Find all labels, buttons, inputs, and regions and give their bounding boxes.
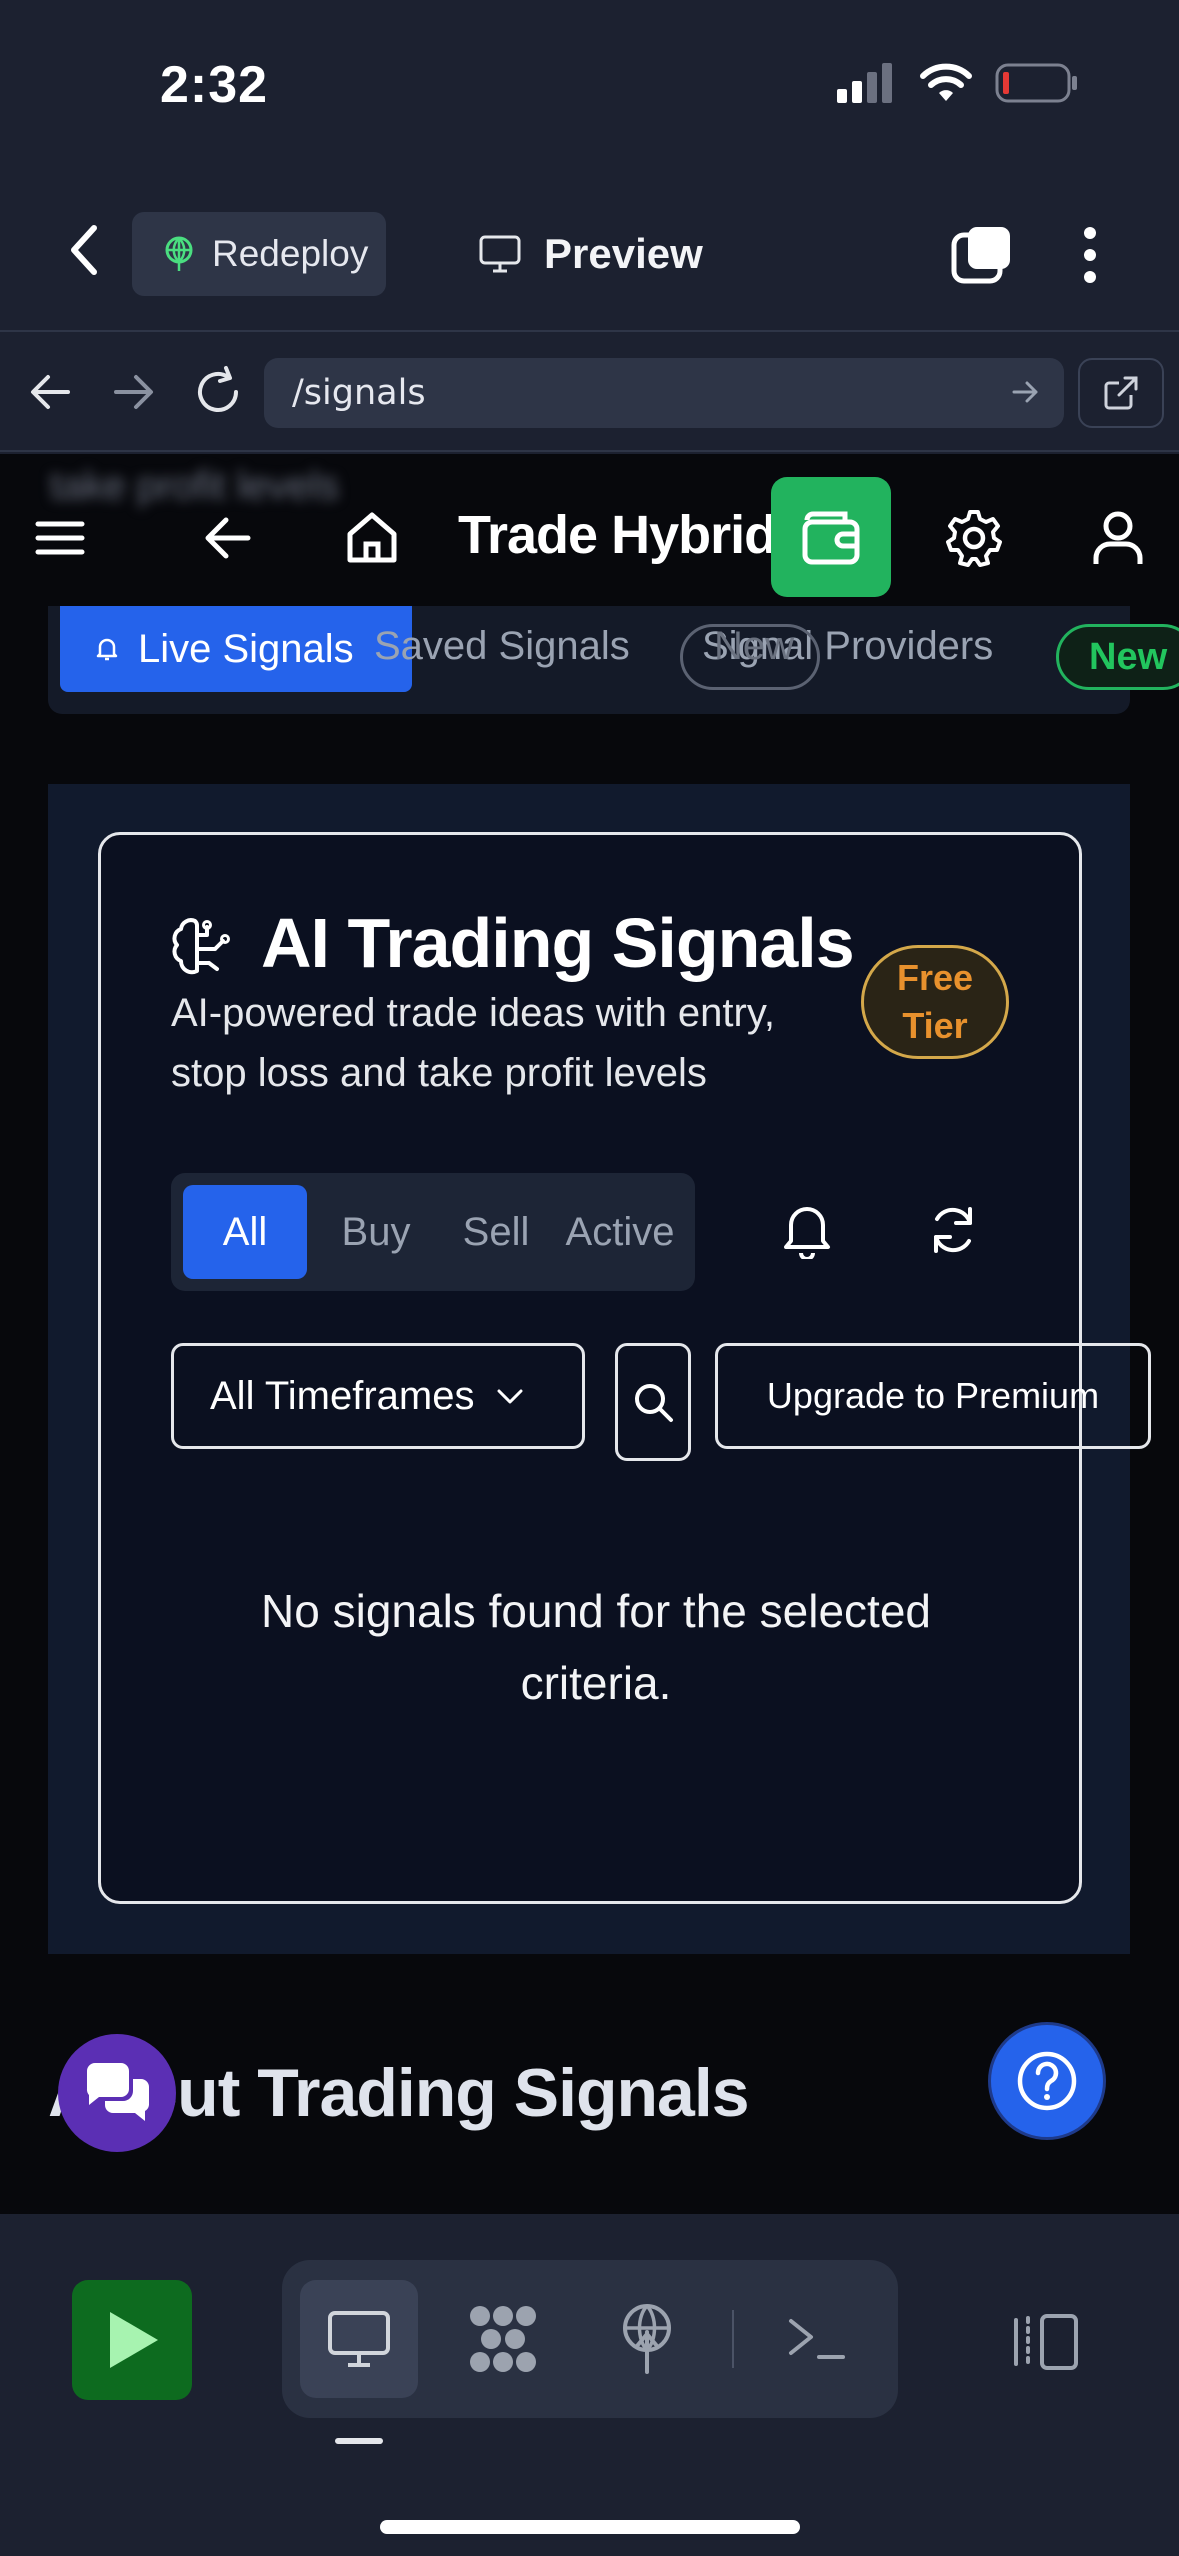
tab-live-signals[interactable]: Live Signals	[60, 606, 412, 692]
chat-bubbles-icon	[86, 2063, 149, 2121]
search-button[interactable]	[615, 1343, 691, 1461]
reload-icon[interactable]	[188, 362, 248, 422]
timeframe-value: All Timeframes	[210, 1373, 475, 1418]
workspace-tools	[282, 2260, 898, 2418]
preview-label: Preview	[544, 230, 703, 277]
back-chevron-icon[interactable]	[60, 220, 110, 280]
wallet-icon	[802, 511, 860, 565]
wifi-icon	[920, 63, 972, 101]
signals-card: AI Trading Signals AI-powered trade idea…	[98, 832, 1151, 1904]
brand-name[interactable]: Trade Hybrid	[458, 504, 777, 566]
hamburger-menu-icon[interactable]	[28, 506, 92, 570]
status-icons	[837, 62, 1079, 104]
status-bar: 2:32	[0, 0, 1179, 175]
filter-sell[interactable]: Sell	[441, 1185, 551, 1279]
help-question-icon	[1017, 2051, 1077, 2111]
search-icon	[635, 1384, 673, 1422]
wallet-button[interactable]	[771, 477, 891, 597]
play-icon	[110, 2312, 158, 2368]
new-pill-outline	[680, 624, 820, 690]
browser-forward-icon[interactable]	[104, 362, 164, 422]
dots-grid-icon	[470, 2306, 536, 2372]
chat-button[interactable]	[58, 2034, 176, 2152]
help-button[interactable]	[988, 2022, 1106, 2140]
deploy-globe-icon	[623, 2304, 671, 2374]
signal-filter-group: All Buy Sell Active	[171, 1173, 695, 1291]
url-bar: /signals	[0, 330, 1179, 452]
bell-ring-icon	[96, 638, 118, 661]
browser-back-icon[interactable]	[20, 362, 80, 422]
card-subtitle: AI-powered trade ideas with entry, stop …	[171, 991, 776, 1095]
external-link-icon	[1104, 376, 1138, 410]
chevron-down-icon	[497, 1389, 522, 1404]
tool-deploy[interactable]	[588, 2280, 706, 2398]
bottom-toolbar	[0, 2214, 1179, 2556]
user-profile-icon[interactable]	[1086, 506, 1150, 570]
free-tier-badge: Free Tier	[861, 945, 1009, 1059]
open-external-button[interactable]	[1078, 358, 1164, 428]
home-indicator	[380, 2520, 800, 2534]
brain-icon	[172, 918, 230, 975]
signals-panel: AI Trading Signals AI-powered trade idea…	[48, 784, 1151, 1954]
home-icon[interactable]	[340, 506, 404, 570]
status-time: 2:32	[160, 56, 269, 114]
new-badge: New	[1056, 624, 1179, 690]
redeploy-label: Redeploy	[212, 233, 369, 274]
tab-live-label: Live Signals	[138, 626, 354, 671]
split-view-icon[interactable]	[1010, 2310, 1080, 2374]
tabs-switcher-icon[interactable]	[950, 223, 1014, 287]
monitor-icon	[479, 235, 521, 273]
run-button[interactable]	[72, 2280, 192, 2400]
url-go-arrow-icon[interactable]	[1008, 374, 1044, 410]
more-menu-icon[interactable]	[1070, 223, 1110, 287]
card-title: AI Trading Signals	[261, 904, 855, 982]
deploy-globe-icon	[165, 236, 193, 271]
notifications-bell-icon[interactable]	[781, 1201, 833, 1259]
tool-packages[interactable]	[444, 2280, 562, 2398]
monitor-icon	[328, 2311, 390, 2367]
refresh-icon[interactable]	[924, 1201, 982, 1259]
tool-shell[interactable]	[758, 2280, 876, 2398]
filter-active[interactable]: Active	[555, 1185, 685, 1279]
empty-state-message: No signals found for the selected criter…	[261, 1585, 931, 1709]
back-arrow-icon[interactable]	[196, 506, 260, 570]
tab-saved-signals[interactable]: Saved Signals	[374, 624, 630, 669]
timeframe-select[interactable]: All Timeframes	[171, 1343, 585, 1449]
terminal-prompt-icon	[789, 2319, 845, 2359]
upgrade-premium-button[interactable]: Upgrade to Premium	[715, 1343, 1151, 1449]
blurred-text: take profit levels	[50, 464, 340, 508]
filter-buy[interactable]: Buy	[321, 1185, 431, 1279]
signals-tabs: Live Signals Saved Signals Signal Provid…	[48, 606, 1130, 714]
url-text: /signals	[292, 373, 426, 413]
settings-gear-icon[interactable]	[942, 506, 1006, 570]
app-header: Redeploy Preview	[0, 175, 1179, 330]
web-page: take profit levels Trade Hybrid Live Sig…	[0, 454, 1179, 2214]
tool-separator	[732, 2310, 734, 2368]
filter-all[interactable]: All	[183, 1185, 307, 1279]
battery-icon	[995, 63, 1077, 103]
cellular-signal-icon	[837, 63, 892, 103]
preview-tab[interactable]: Preview	[478, 212, 703, 296]
tool-preview[interactable]	[300, 2280, 418, 2398]
site-nav: take profit levels Trade Hybrid	[0, 454, 1179, 622]
redeploy-button[interactable]: Redeploy	[132, 212, 386, 296]
url-input[interactable]: /signals	[264, 358, 1064, 428]
active-tool-indicator	[335, 2438, 383, 2444]
